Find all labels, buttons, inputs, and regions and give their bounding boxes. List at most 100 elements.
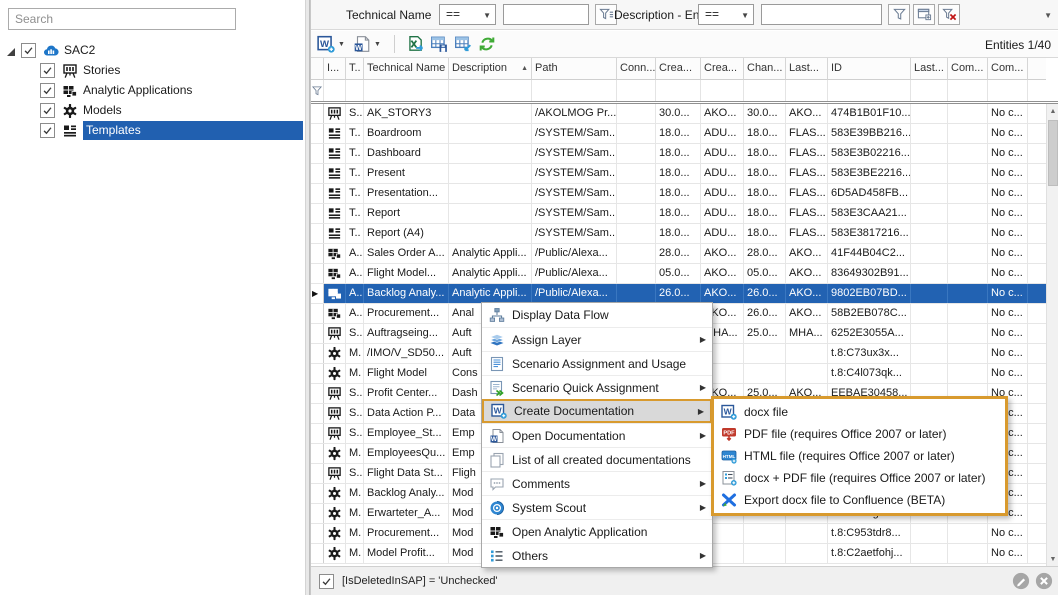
word-doc-button[interactable]	[350, 33, 374, 55]
scroll-up-icon[interactable]: ▲	[1047, 104, 1058, 118]
menu-item[interactable]: Open Analytic Application	[482, 519, 712, 543]
edit-filter-button[interactable]	[1012, 572, 1030, 590]
column-header[interactable]: Conn...	[617, 58, 656, 80]
search-input[interactable]	[8, 8, 236, 30]
table-row[interactable]: T..Boardroom/SYSTEM/Sam...18.0...ADU...1…	[311, 124, 1046, 144]
tree-item-label: Models	[83, 101, 303, 120]
table-row[interactable]: T..Presentation.../SYSTEM/Sam...18.0...A…	[311, 184, 1046, 204]
checkbox[interactable]	[40, 123, 55, 138]
menu-item[interactable]: Assign Layer▶	[482, 327, 712, 351]
cell	[911, 344, 948, 363]
dropdown-caret-icon[interactable]: ▼	[338, 41, 345, 48]
cell: M.	[346, 504, 364, 523]
menu-item[interactable]: Create Documentation▶	[482, 399, 712, 423]
grid-load-button[interactable]	[451, 33, 475, 55]
column-header[interactable]: Last...	[786, 58, 828, 80]
menu-item[interactable]: Comments▶	[482, 471, 712, 495]
table-row[interactable]: A..Flight Model...Analytic Appli.../Publ…	[311, 264, 1046, 284]
refresh-button[interactable]	[475, 33, 499, 55]
column-header[interactable]: Com...	[948, 58, 988, 80]
scrollbar-thumb[interactable]	[1048, 120, 1058, 186]
funnel-x-button[interactable]	[938, 4, 960, 25]
filter-panel-collapse-icon[interactable]: ▼	[1044, 11, 1052, 20]
column-header[interactable]: Description▲	[449, 58, 532, 80]
table-row[interactable]: S..AK_STORY3/AKOLMOG Pr...30.0...AKO...3…	[311, 104, 1046, 124]
column-header[interactable]: Last...	[911, 58, 948, 80]
grid-auto-filter-row	[311, 80, 1058, 104]
submenu-item[interactable]: docx + PDF file (requires Office 2007 or…	[714, 467, 1005, 489]
description-operator-select[interactable]: == ▼	[698, 4, 754, 25]
submenu-item[interactable]: docx file	[714, 401, 1005, 423]
menu-item[interactable]: Scenario Quick Assignment▶	[482, 375, 712, 399]
cell: A..	[346, 284, 364, 303]
checkbox[interactable]	[40, 83, 55, 98]
menu-item[interactable]: List of all created documentations	[482, 447, 712, 471]
filter-cell[interactable]	[656, 80, 701, 101]
entity-type-icon-cell	[324, 464, 346, 483]
filter-cell[interactable]	[828, 80, 911, 101]
excel-export-button[interactable]	[403, 33, 427, 55]
table-row[interactable]: A..Sales Order A...Analytic Appli.../Pub…	[311, 244, 1046, 264]
submenu-item[interactable]: PDF file (requires Office 2007 or later)	[714, 423, 1005, 445]
filter-row-funnel[interactable]	[311, 80, 324, 101]
column-header[interactable]: Path	[532, 58, 617, 80]
row-indicator-header[interactable]	[311, 58, 324, 80]
filter-cell[interactable]	[786, 80, 828, 101]
filter-cell[interactable]	[324, 80, 346, 101]
cell: No c...	[988, 244, 1028, 263]
menu-item[interactable]: System Scout▶	[482, 495, 712, 519]
column-header[interactable]: Crea...	[701, 58, 744, 80]
checkbox[interactable]	[40, 63, 55, 78]
filter-cell[interactable]	[449, 80, 532, 101]
filter-cell[interactable]	[617, 80, 656, 101]
scroll-down-icon[interactable]: ▼	[1047, 552, 1058, 566]
filter-cell[interactable]	[701, 80, 744, 101]
table-row[interactable]: T..Present/SYSTEM/Sam...18.0...ADU...18.…	[311, 164, 1046, 184]
filter-cell[interactable]	[346, 80, 364, 101]
submenu-item[interactable]: Export docx file to Confluence (BETA)	[714, 489, 1005, 511]
technical-name-filter-input[interactable]	[503, 4, 589, 25]
menu-item[interactable]: Display Data Flow	[482, 303, 712, 327]
column-header[interactable]: Chan...	[744, 58, 786, 80]
cell	[786, 544, 828, 563]
checkbox[interactable]	[40, 103, 55, 118]
tree-item-templates[interactable]: Templates	[40, 121, 303, 140]
expander-icon[interactable]	[4, 45, 16, 57]
filter-cell[interactable]	[364, 80, 449, 101]
status-filter-checkbox[interactable]	[319, 574, 334, 589]
table-row[interactable]: T..Report (A4)/SYSTEM/Sam...18.0...ADU..…	[311, 224, 1046, 244]
column-header[interactable]: I...	[324, 58, 346, 80]
description-filter-input[interactable]	[761, 4, 882, 25]
column-header[interactable]: Com...	[988, 58, 1028, 80]
table-row[interactable]: T..Dashboard/SYSTEM/Sam...18.0...ADU...1…	[311, 144, 1046, 164]
cell: S..	[346, 384, 364, 403]
column-header[interactable]: ID	[828, 58, 911, 80]
menu-item[interactable]: Scenario Assignment and Usage	[482, 351, 712, 375]
funnel-button[interactable]	[888, 4, 910, 25]
table-row[interactable]: T..Report/SYSTEM/Sam...18.0...ADU...18.0…	[311, 204, 1046, 224]
column-header[interactable]: T..	[346, 58, 364, 80]
column-header[interactable]: Crea...	[656, 58, 701, 80]
vertical-scrollbar[interactable]: ▲ ▼	[1046, 104, 1058, 566]
checkbox[interactable]	[21, 43, 36, 58]
table-row[interactable]: ▶A..Backlog Analy...Analytic Appli.../Pu…	[311, 284, 1046, 304]
grid-save-button[interactable]	[427, 33, 451, 55]
column-header[interactable]: Technical Name	[364, 58, 449, 80]
filter-cell[interactable]	[948, 80, 988, 101]
filter-cell[interactable]	[911, 80, 948, 101]
tree-item-analytic-applications[interactable]: Analytic Applications	[40, 81, 303, 100]
filter-cell[interactable]	[532, 80, 617, 101]
menu-item[interactable]: Others▶	[482, 543, 712, 567]
filter-cell[interactable]	[988, 80, 1028, 101]
word-new-button[interactable]	[314, 33, 338, 55]
tree-item-models[interactable]: Models	[40, 101, 303, 120]
tree-item-stories[interactable]: Stories	[40, 61, 303, 80]
clear-filter-button[interactable]	[1035, 572, 1053, 590]
win-plus-button[interactable]	[913, 4, 935, 25]
submenu-item[interactable]: HTML file (requires Office 2007 or later…	[714, 445, 1005, 467]
filter-cell[interactable]	[744, 80, 786, 101]
dropdown-caret-icon[interactable]: ▼	[374, 41, 381, 48]
technical-name-operator-select[interactable]: == ▼	[439, 4, 496, 25]
menu-item[interactable]: Open Documentation▶	[482, 423, 712, 447]
tree-item-sac2[interactable]: SAC2	[4, 41, 303, 60]
